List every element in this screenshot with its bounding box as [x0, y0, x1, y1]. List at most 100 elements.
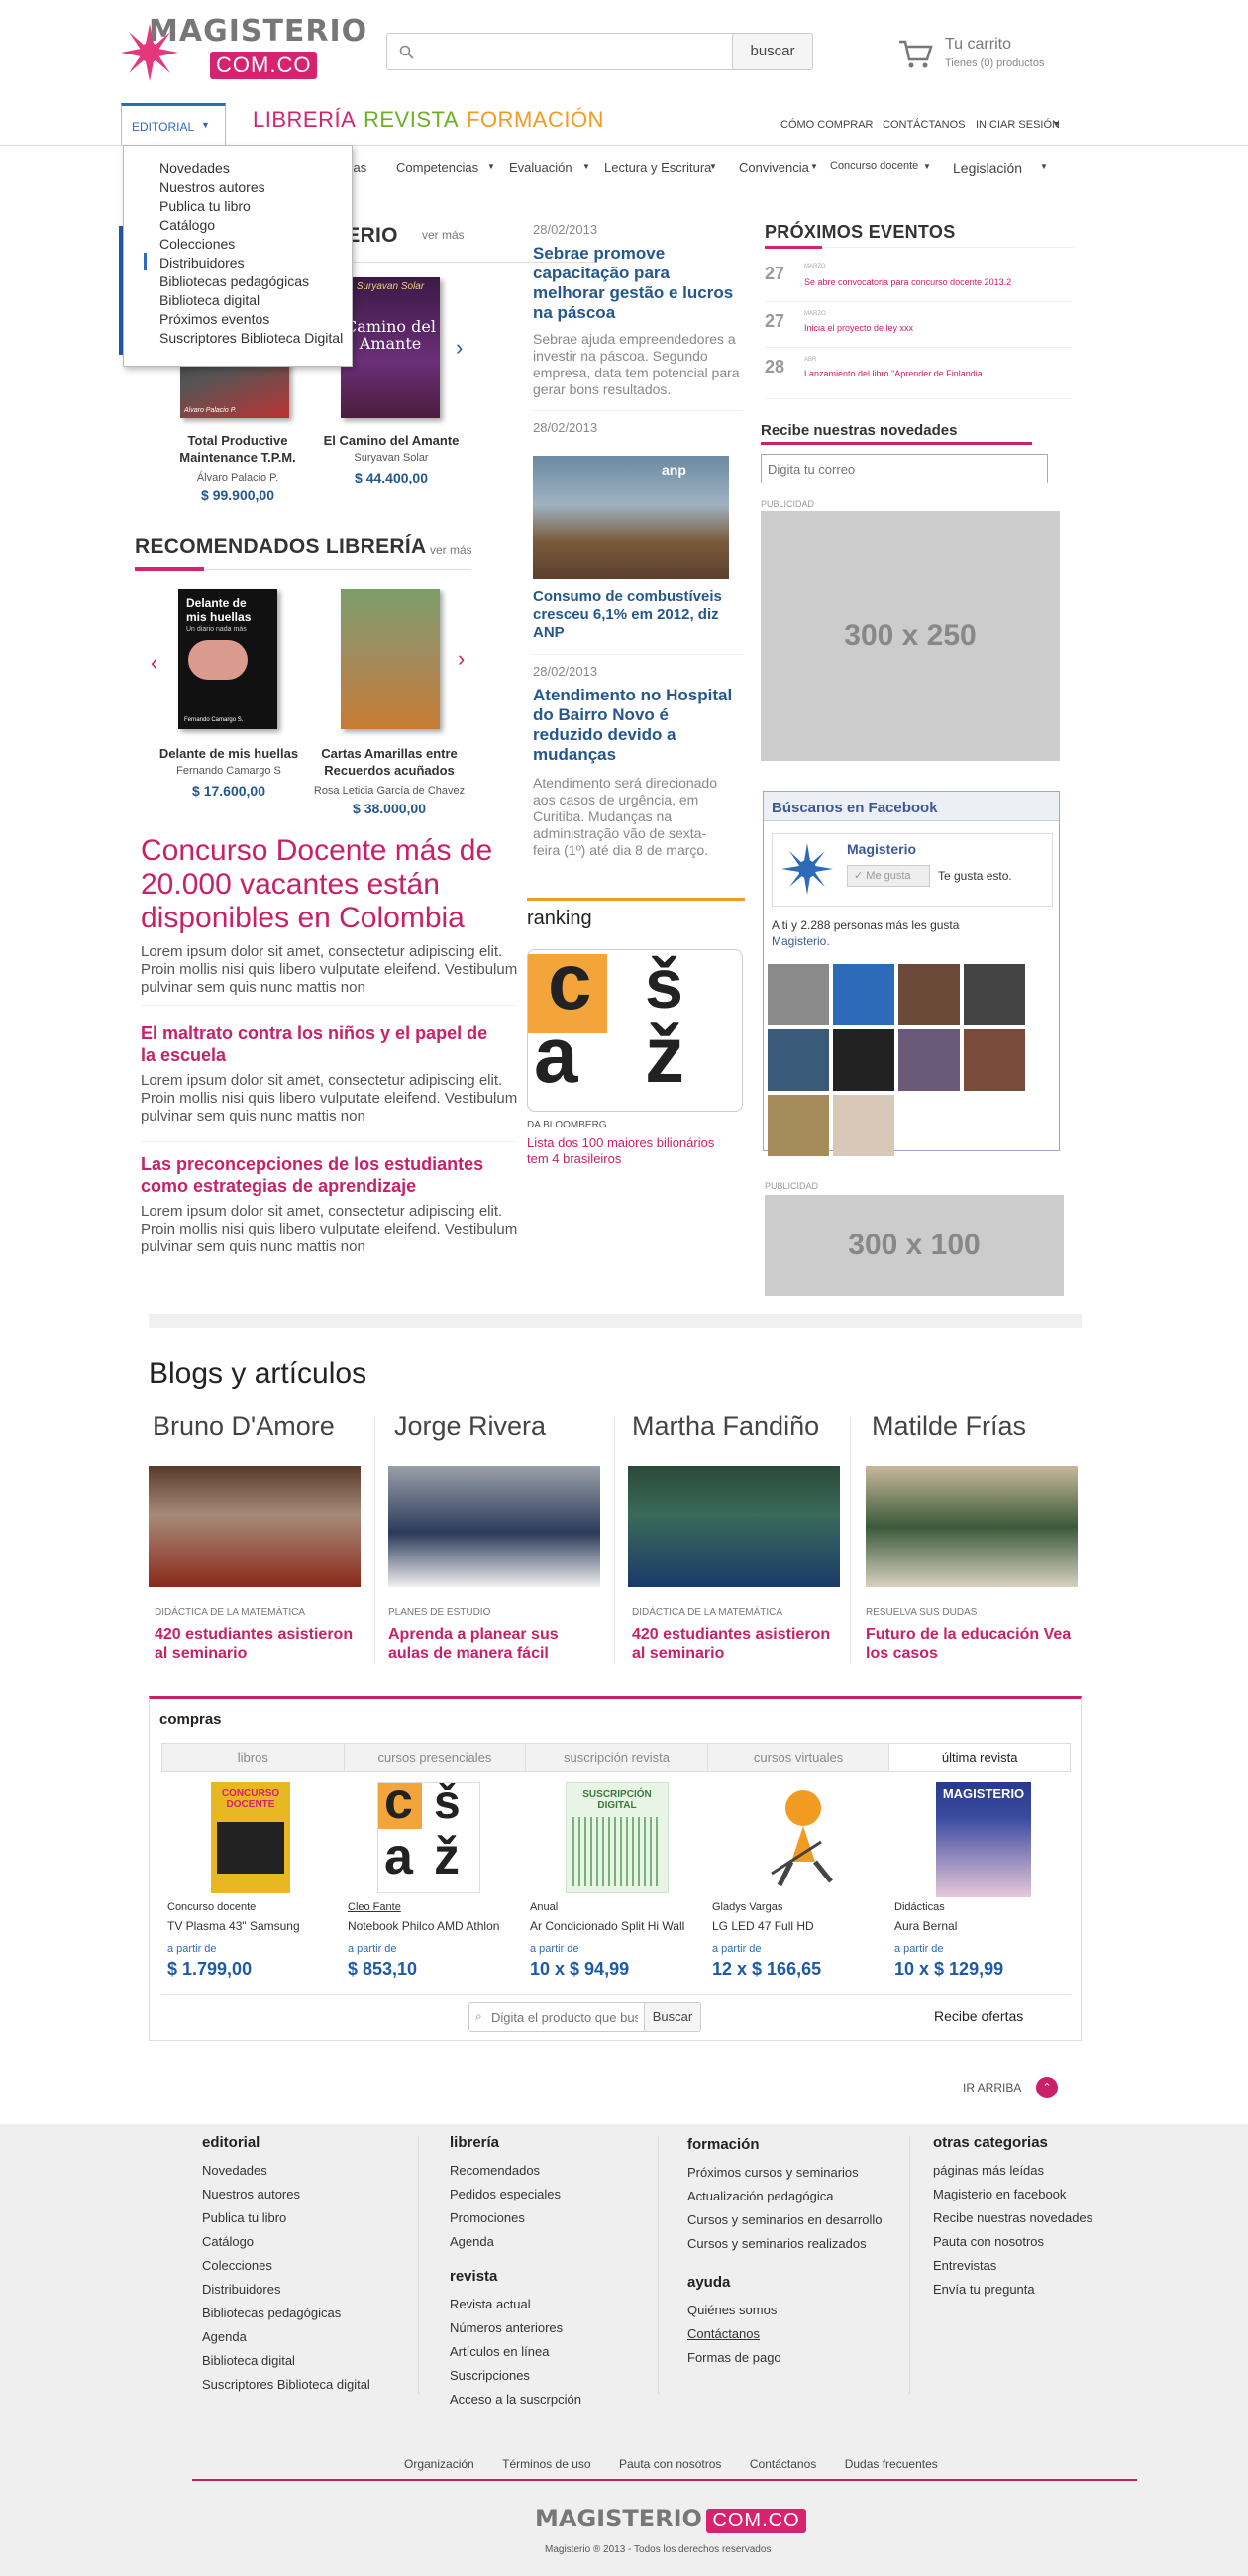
footer-link[interactable]: Cursos y seminarios en desarrollo	[687, 2208, 915, 2232]
tab-libros[interactable]: libros	[162, 1744, 345, 1771]
tab-revista[interactable]: REVISTA	[364, 107, 459, 133]
shop-item-name[interactable]: LG LED 47 Full HD	[712, 1919, 814, 1933]
footer-link[interactable]: Publica tu libro	[202, 2206, 400, 2230]
novedades-ver-mas[interactable]: ver más	[422, 228, 465, 242]
facebook-friends-link[interactable]: Magisterio.	[772, 934, 830, 948]
top-nav-contactanos[interactable]: CONTÁCTANOS	[883, 119, 966, 131]
ranking-image[interactable]: c š a ž	[527, 949, 743, 1112]
footer-link[interactable]: Pedidos especiales	[450, 2183, 648, 2206]
facebook-friend-avatar[interactable]	[898, 1029, 960, 1091]
carousel-prev-icon[interactable]: ‹	[151, 650, 157, 676]
ad-300x100[interactable]: 300 x 100	[765, 1195, 1064, 1296]
recomendados-ver-mas[interactable]: ver más	[430, 543, 472, 557]
footer-link[interactable]: Formas de pago	[687, 2346, 915, 2370]
blog-card[interactable]: Martha Fandiño DIDÁCTICA DE LA MATEMÁTIC…	[626, 1411, 854, 1668]
subnav-competencias[interactable]: Competencias	[396, 161, 478, 175]
footer-link[interactable]: páginas más leídas	[933, 2159, 1161, 2183]
shop-product-image[interactable]: MAGISTERIO	[936, 1782, 1031, 1897]
news-title[interactable]: Sebrae promove capacitação para melhorar…	[533, 244, 741, 323]
facebook-friend-avatar[interactable]	[768, 964, 829, 1025]
footer-link[interactable]: Bibliotecas pedagógicas	[202, 2302, 400, 2325]
facebook-friend-avatar[interactable]	[768, 1029, 829, 1091]
footer-bottom-link[interactable]: Contáctanos	[750, 2457, 816, 2471]
facebook-friend-avatar[interactable]	[964, 1029, 1025, 1091]
subnav-convivencia[interactable]: Convivencia	[739, 161, 809, 175]
tab-cursos-presenciales[interactable]: cursos presenciales	[345, 1744, 527, 1771]
news-title[interactable]: Atendimento no Hospital do Bairro Novo é…	[533, 686, 741, 765]
ad-300x250[interactable]: 300 x 250	[761, 511, 1060, 761]
compras-search-input[interactable]	[491, 2007, 638, 2027]
footer-link[interactable]: Novedades	[202, 2159, 400, 2183]
footer-link[interactable]: Artículos en línea	[450, 2340, 648, 2364]
shop-item-name[interactable]: TV Plasma 43" Samsung	[167, 1919, 300, 1933]
ofertas-link[interactable]: Recibe ofertas	[934, 2008, 1023, 2024]
footer-link[interactable]: Pauta con nosotros	[933, 2230, 1161, 2254]
footer-link[interactable]: Números anteriores	[450, 2316, 648, 2340]
dropdown-item-biblioteca-digital[interactable]: Biblioteca digital	[159, 291, 352, 310]
footer-link[interactable]: Cursos y seminarios realizados	[687, 2232, 915, 2256]
newsletter-email-input[interactable]	[761, 454, 1048, 483]
search-button[interactable]: buscar	[732, 33, 813, 70]
product-title[interactable]: El Camino del Amante	[317, 432, 466, 449]
footer-link[interactable]: Agenda	[202, 2325, 400, 2349]
footer-link[interactable]: Recomendados	[450, 2159, 648, 2183]
shop-product-image[interactable]: c š a ž	[377, 1782, 480, 1893]
ir-arriba-button[interactable]: IR ARRIBA ⌃	[963, 2077, 1062, 2102]
event-item[interactable]: 28 ABR Lanzamiento del libro "Aprender d…	[765, 357, 1062, 396]
dropdown-item-bibliotecas[interactable]: Bibliotecas pedagógicas	[159, 272, 352, 291]
shop-product-image[interactable]: SUSCRIPCIÓN DIGITAL	[566, 1782, 669, 1893]
article-title[interactable]: El maltrato contra los niños y el papel …	[141, 1022, 507, 1066]
shop-item-name[interactable]: Ar Condicionado Split Hi Wall	[530, 1919, 684, 1933]
footer-bottom-link[interactable]: Organización	[404, 2457, 474, 2471]
facebook-friend-avatar[interactable]	[898, 964, 960, 1025]
tab-libreria[interactable]: LIBRERÍA	[253, 107, 356, 133]
footer-link[interactable]: Suscriptores Biblioteca digital	[202, 2373, 400, 2397]
subnav-evaluacion[interactable]: Evaluación	[509, 161, 572, 175]
tab-suscripcion-revista[interactable]: suscripción revista	[526, 1744, 708, 1771]
blog-card[interactable]: Bruno D'Amore DIDÁCTICA DE LA MATEMÁTICA…	[149, 1411, 376, 1668]
news-photo[interactable]: anp	[533, 456, 729, 579]
dropdown-item-autores[interactable]: Nuestros autores	[159, 178, 352, 197]
product-title[interactable]: Total Productive Maintenance T.P.M.	[158, 432, 317, 466]
book-cover-cartas[interactable]	[341, 589, 440, 729]
facebook-friend-avatar[interactable]	[833, 1029, 894, 1091]
footer-link[interactable]: Revista actual	[450, 2293, 648, 2316]
product-title[interactable]: Delante de mis huellas	[155, 745, 303, 762]
dropdown-item-catalogo[interactable]: Catálogo	[159, 216, 352, 235]
blog-card[interactable]: Matilde Frías RESUELVA SUS DUDAS Futuro …	[862, 1411, 1090, 1668]
book-cover-camino-amante[interactable]: Suryavan Solar Camino del Amante	[341, 277, 440, 418]
footer-link[interactable]: Biblioteca digital	[202, 2349, 400, 2373]
product-title[interactable]: Cartas Amarillas entre Recuerdos acuñado…	[315, 745, 464, 779]
tab-cursos-virtuales[interactable]: cursos virtuales	[708, 1744, 890, 1771]
footer-bottom-link[interactable]: Pauta con nosotros	[619, 2457, 721, 2471]
footer-link[interactable]: Recibe nuestras novedades	[933, 2206, 1161, 2230]
dropdown-item-novedades[interactable]: Novedades	[159, 160, 352, 178]
article-title[interactable]: Concurso Docente más de 20.000 vacantes …	[141, 834, 517, 935]
facebook-friend-avatar[interactable]	[833, 964, 894, 1025]
footer-link[interactable]: Quiénes somos	[687, 2299, 915, 2322]
footer-logo[interactable]: MAGISTERIO COM.CO	[535, 2505, 812, 2534]
shop-item-name[interactable]: Aura Bernal	[894, 1919, 957, 1933]
ranking-link[interactable]: Lista dos 100 maiores bilionários tem 4 …	[527, 1135, 735, 1167]
dropdown-item-eventos[interactable]: Próximos eventos	[159, 310, 352, 329]
footer-link[interactable]: Suscripciones	[450, 2364, 648, 2388]
carousel-next-icon[interactable]: ›	[456, 335, 463, 361]
footer-link[interactable]: Contáctanos	[687, 2322, 915, 2346]
dropdown-item-colecciones[interactable]: Colecciones	[159, 235, 352, 254]
event-item[interactable]: 27 MARZO Inicia el proyecto de ley xxx	[765, 311, 1062, 351]
footer-link[interactable]: Colecciones	[202, 2254, 400, 2278]
facebook-page-name[interactable]: Magisterio	[847, 841, 916, 857]
tab-formacion[interactable]: FORMACIÓN	[467, 107, 604, 133]
dropdown-item-distribuidores[interactable]: Distribuidores	[159, 254, 352, 272]
shop-item-name[interactable]: Notebook Philco AMD Athlon	[348, 1919, 499, 1933]
footer-link[interactable]: Magisterio en facebook	[933, 2183, 1161, 2206]
article-title[interactable]: Las preconcepciones de los estudiantes c…	[141, 1153, 507, 1197]
facebook-friend-avatar[interactable]	[768, 1095, 829, 1156]
footer-link[interactable]: Promociones	[450, 2206, 648, 2230]
footer-bottom-link[interactable]: Dudas frecuentes	[845, 2457, 938, 2471]
facebook-friend-avatar[interactable]	[964, 964, 1025, 1025]
footer-link[interactable]: Entrevistas	[933, 2254, 1161, 2278]
subnav-lectura[interactable]: Lectura y Escritura	[604, 161, 711, 175]
tab-ultima-revista[interactable]: última revista	[889, 1744, 1070, 1771]
dropdown-item-suscriptores[interactable]: Suscriptores Biblioteca Digital	[159, 329, 352, 348]
